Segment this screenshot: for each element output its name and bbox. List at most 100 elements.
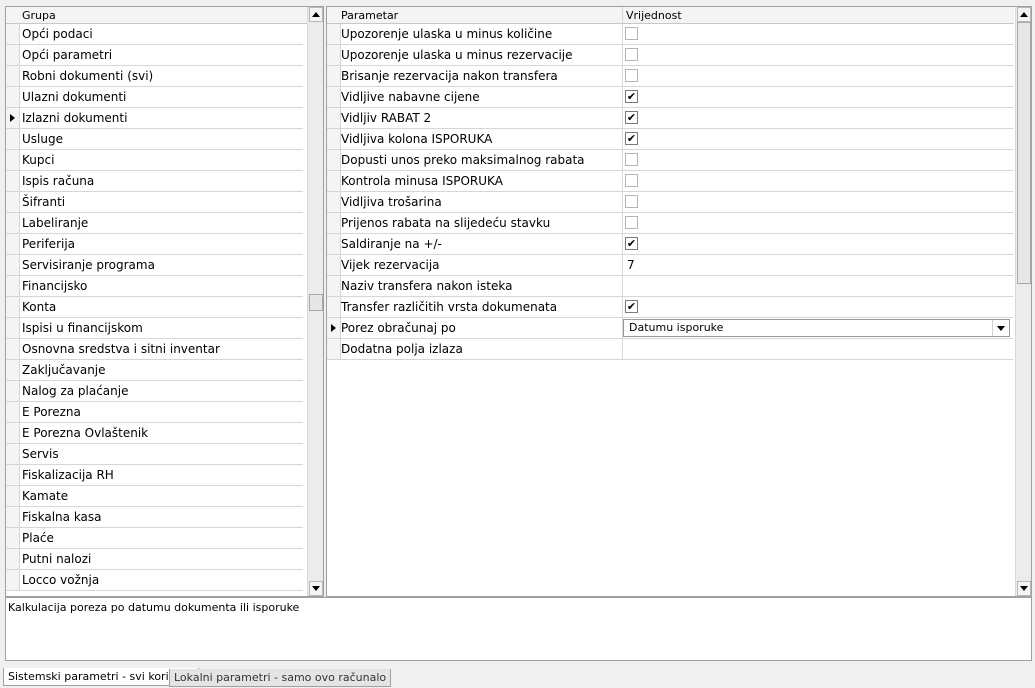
row-selector[interactable] — [327, 192, 341, 212]
parameter-row[interactable]: Vidljive nabavne cijene ✔ — [327, 87, 1013, 108]
row-selector[interactable] — [6, 213, 20, 233]
row-selector[interactable] — [327, 234, 341, 254]
row-selector[interactable] — [6, 150, 20, 170]
row-selector[interactable] — [6, 570, 20, 590]
parameter-row[interactable]: Vijek rezervacija 7 — [327, 255, 1013, 276]
group-column-header[interactable]: Grupa — [6, 7, 323, 24]
value-checkbox[interactable] — [625, 174, 638, 187]
row-selector[interactable] — [6, 360, 20, 380]
parameter-row[interactable]: Dopusti unos preko maksimalnog rabata — [327, 150, 1013, 171]
row-selector[interactable] — [327, 318, 341, 338]
group-list-item[interactable]: Opći podaci — [6, 24, 303, 45]
value-checkbox[interactable]: ✔ — [625, 111, 638, 124]
scroll-thumb[interactable] — [1017, 22, 1031, 284]
row-selector[interactable] — [6, 66, 20, 86]
row-selector[interactable] — [327, 297, 341, 317]
row-selector[interactable] — [327, 129, 341, 149]
scroll-down-arrow-icon[interactable] — [309, 581, 323, 596]
row-selector[interactable] — [6, 402, 20, 422]
row-selector[interactable] — [6, 465, 20, 485]
row-selector[interactable] — [6, 108, 20, 128]
parameter-row[interactable]: Brisanje rezervacija nakon transfera — [327, 66, 1013, 87]
group-list-item[interactable]: Locco vožnja — [6, 570, 303, 591]
parameter-row[interactable]: Saldiranje na +/- ✔ — [327, 234, 1013, 255]
parameter-row[interactable]: Vidljiva trošarina — [327, 192, 1013, 213]
group-list-item[interactable]: Kupci — [6, 150, 303, 171]
scroll-up-arrow-icon[interactable] — [1017, 7, 1031, 22]
group-list-item[interactable]: Servis — [6, 444, 303, 465]
group-list-item[interactable]: Servisiranje programa — [6, 255, 303, 276]
row-selector[interactable] — [6, 423, 20, 443]
parameter-row[interactable]: Kontrola minusa ISPORUKA — [327, 171, 1013, 192]
group-list-item[interactable]: Kamate — [6, 486, 303, 507]
group-list-item[interactable]: Robni dokumenti (svi) — [6, 66, 303, 87]
parameter-row[interactable]: Upozorenje ulaska u minus rezervacije — [327, 45, 1013, 66]
row-selector[interactable] — [6, 528, 20, 548]
scroll-up-arrow-icon[interactable] — [309, 7, 323, 22]
parameter-row[interactable]: Vidljiva kolona ISPORUKA ✔ — [327, 129, 1013, 150]
group-list-item[interactable]: E Porezna — [6, 402, 303, 423]
value-checkbox[interactable] — [625, 195, 638, 208]
value-text-field[interactable]: 7 — [627, 255, 635, 275]
row-selector[interactable] — [327, 24, 341, 44]
group-list-item[interactable]: Ulazni dokumenti — [6, 87, 303, 108]
row-selector[interactable] — [327, 276, 341, 296]
value-checkbox[interactable] — [625, 153, 638, 166]
group-list-item[interactable]: Fiskalizacija RH — [6, 465, 303, 486]
tab-local-parameters[interactable]: Lokalni parametri - samo ovo računalo — [169, 669, 392, 687]
row-selector[interactable] — [6, 192, 20, 212]
row-selector[interactable] — [6, 129, 20, 149]
value-checkbox[interactable] — [625, 216, 638, 229]
row-selector[interactable] — [6, 45, 20, 65]
row-selector[interactable] — [6, 24, 20, 44]
group-list-item[interactable]: Financijsko — [6, 276, 303, 297]
group-list-item[interactable]: Plaće — [6, 528, 303, 549]
parameter-row[interactable]: Prijenos rabata na slijedeću stavku — [327, 213, 1013, 234]
parameter-grid[interactable]: Parametar Vrijednost Upozorenje ulaska u… — [326, 6, 1032, 597]
row-selector[interactable] — [6, 339, 20, 359]
row-selector[interactable] — [6, 297, 20, 317]
value-checkbox[interactable] — [625, 48, 638, 61]
group-list-item[interactable]: Opći parametri — [6, 45, 303, 66]
group-list-item[interactable]: Fiskalna kasa — [6, 507, 303, 528]
value-checkbox[interactable] — [625, 27, 638, 40]
row-selector[interactable] — [327, 171, 341, 191]
scroll-thumb[interactable] — [309, 294, 323, 311]
row-selector[interactable] — [327, 213, 341, 233]
group-list-item[interactable]: Nalog za plaćanje — [6, 381, 303, 402]
group-list-item[interactable]: Ispisi u financijskom — [6, 318, 303, 339]
row-selector[interactable] — [6, 171, 20, 191]
row-selector[interactable] — [327, 150, 341, 170]
row-selector[interactable] — [327, 87, 341, 107]
row-selector[interactable] — [6, 234, 20, 254]
parameter-grid-scrollbar[interactable] — [1015, 7, 1031, 596]
value-dropdown[interactable]: Datumu isporuke — [623, 319, 1010, 337]
row-selector[interactable] — [327, 339, 341, 359]
row-selector[interactable] — [6, 549, 20, 569]
chevron-down-icon[interactable] — [992, 320, 1009, 336]
row-selector[interactable] — [6, 276, 20, 296]
group-list[interactable]: Grupa Opći podaci Opći parametri Robni dok… — [5, 6, 324, 597]
row-selector[interactable] — [327, 255, 341, 275]
group-list-item[interactable]: Putni nalozi — [6, 549, 303, 570]
parameter-row[interactable]: Upozorenje ulaska u minus količine — [327, 24, 1013, 45]
row-selector[interactable] — [327, 45, 341, 65]
group-list-item[interactable]: E Porezna Ovlaštenik — [6, 423, 303, 444]
parameter-row[interactable]: Dodatna polja izlaza — [327, 339, 1013, 360]
parameter-row[interactable]: Porez obračunaj po Datumu isporuke — [327, 318, 1013, 339]
row-selector[interactable] — [6, 381, 20, 401]
value-checkbox[interactable]: ✔ — [625, 237, 638, 250]
value-checkbox[interactable]: ✔ — [625, 300, 638, 313]
group-list-item[interactable]: Ispis računa — [6, 171, 303, 192]
group-list-item[interactable]: Šifranti — [6, 192, 303, 213]
row-selector[interactable] — [6, 255, 20, 275]
value-checkbox[interactable]: ✔ — [625, 132, 638, 145]
row-selector[interactable] — [6, 318, 20, 338]
value-checkbox[interactable] — [625, 69, 638, 82]
row-selector[interactable] — [6, 444, 20, 464]
group-list-item[interactable]: Usluge — [6, 129, 303, 150]
row-selector[interactable] — [327, 108, 341, 128]
row-selector[interactable] — [6, 486, 20, 506]
value-checkbox[interactable]: ✔ — [625, 90, 638, 103]
group-list-item[interactable]: Periferija — [6, 234, 303, 255]
